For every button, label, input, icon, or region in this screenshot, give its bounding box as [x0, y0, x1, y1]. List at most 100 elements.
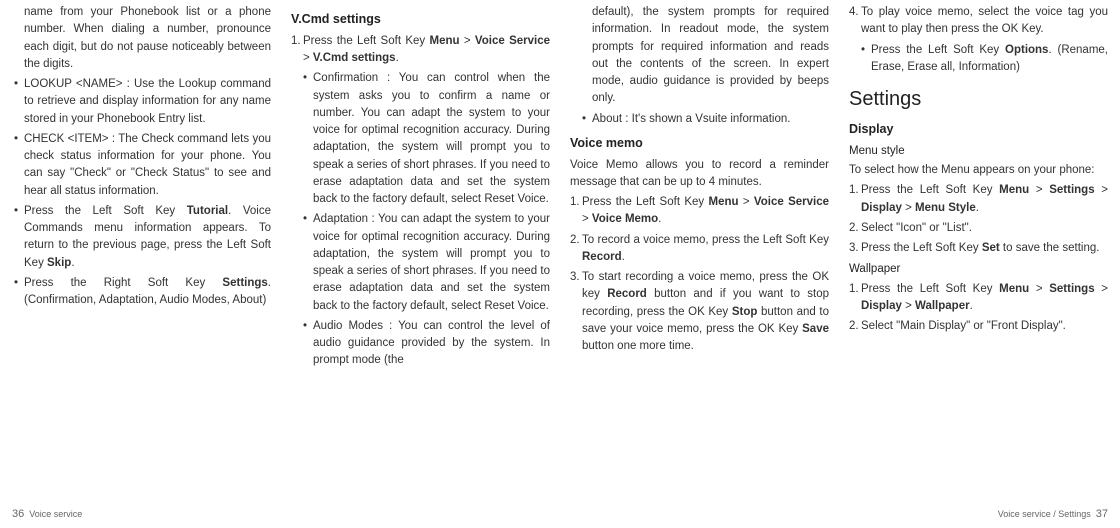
list-item: Audio Modes : You can control the level …: [291, 318, 550, 370]
text: .: [622, 251, 625, 263]
text: .: [396, 52, 399, 64]
step-number: 2.: [570, 232, 580, 249]
step-item: 2. Select "Main Display" or "Front Displ…: [849, 318, 1108, 335]
text: >: [460, 35, 475, 47]
text: .: [970, 300, 973, 312]
page-number-right: 37: [1096, 508, 1108, 520]
text: To record a voice memo, press the Left S…: [582, 234, 829, 246]
text: >: [1095, 283, 1108, 295]
list-item: CHECK <ITEM> : The Check command lets yo…: [12, 131, 271, 200]
key-label: Menu: [709, 196, 739, 208]
step-number: 3.: [570, 269, 580, 286]
key-label: Settings: [222, 277, 267, 289]
footer-left: 36 Voice service: [12, 506, 82, 523]
step-number: 1.: [570, 194, 580, 211]
column-3: default), the system prompts for require…: [570, 0, 829, 528]
key-label: Wallpaper: [915, 300, 970, 312]
text: >: [739, 196, 754, 208]
list-item: About : It's shown a Vsuite information.: [570, 111, 829, 128]
key-label: Record: [582, 251, 622, 263]
list-item: Press the Right Soft Key Settings. (Conf…: [12, 275, 271, 310]
key-label: Tutorial: [187, 205, 228, 217]
key-label: V.Cmd settings: [313, 52, 396, 64]
section-heading: Display: [849, 120, 1108, 139]
list-item: Press the Left Soft Key Tutorial. Voice …: [12, 203, 271, 272]
text: Press the Left Soft Key: [303, 35, 430, 47]
step-item: 1. Press the Left Soft Key Menu > Voice …: [291, 33, 550, 68]
page-number-left: 36: [12, 508, 24, 520]
text: Press the Left Soft Key: [861, 184, 999, 196]
text: Press the Left Soft Key: [24, 205, 187, 217]
key-label: Menu: [430, 35, 460, 47]
chapter-heading: Settings: [849, 84, 1108, 114]
text: .: [71, 257, 74, 269]
step-item: 1. Press the Left Soft Key Menu > Voice …: [570, 194, 829, 229]
key-label: Display: [861, 300, 902, 312]
key-label: Stop: [732, 306, 758, 318]
key-label: Voice Memo: [592, 213, 658, 225]
body-text: name from your Phonebook list or a phone…: [12, 4, 271, 73]
step-number: 2.: [849, 220, 859, 237]
step-item: 1. Press the Left Soft Key Menu > Settin…: [849, 281, 1108, 316]
key-label: Options: [1005, 44, 1048, 56]
key-label: Record: [607, 288, 647, 300]
step-number: 3.: [849, 240, 859, 257]
column-2: V.Cmd settings 1. Press the Left Soft Ke…: [291, 0, 550, 528]
text: >: [902, 300, 915, 312]
text: >: [902, 202, 915, 214]
text: >: [1029, 283, 1049, 295]
key-label: Settings: [1049, 184, 1094, 196]
step-number: 2.: [849, 318, 859, 335]
text: Press the Left Soft Key: [582, 196, 709, 208]
text: Press the Left Soft Key: [871, 44, 1005, 56]
step-item: 2. Select "Icon" or "List".: [849, 220, 1108, 237]
key-label: Save: [802, 323, 829, 335]
step-number: 1.: [291, 33, 301, 50]
text: Press the Left Soft Key: [861, 283, 999, 295]
step-item: 4. To play voice memo, select the voice …: [849, 4, 1108, 39]
text: .: [658, 213, 661, 225]
subsection-heading: Wallpaper: [849, 261, 1108, 278]
step-item: 3. Press the Left Soft Key Set to save t…: [849, 240, 1108, 257]
step-number: 1.: [849, 182, 859, 199]
footer-label-right: Voice service / Settings: [998, 509, 1091, 519]
list-item: Confirmation : You can control when the …: [291, 70, 550, 208]
key-label: Menu: [999, 283, 1029, 295]
manual-spread: name from your Phonebook list or a phone…: [0, 0, 1120, 528]
text: >: [303, 52, 313, 64]
key-label: Skip: [47, 257, 71, 269]
text: to save the setting.: [1000, 242, 1100, 254]
text: Press the Left Soft Key: [861, 242, 982, 254]
step-item: 2. To record a voice memo, press the Lef…: [570, 232, 829, 267]
key-label: Settings: [1049, 283, 1094, 295]
step-item: 1. Press the Left Soft Key Menu > Settin…: [849, 182, 1108, 217]
text: button one more time.: [582, 340, 694, 352]
key-label: Menu: [999, 184, 1029, 196]
column-4: 4. To play voice memo, select the voice …: [849, 0, 1108, 528]
text: To play voice memo, select the voice tag…: [861, 6, 1108, 35]
step-number: 4.: [849, 4, 859, 21]
body-text: To select how the Menu appears on your p…: [849, 162, 1108, 179]
list-item: LOOKUP <NAME> : Use the Lookup command t…: [12, 76, 271, 128]
subsection-heading: Menu style: [849, 143, 1108, 160]
column-1: name from your Phonebook list or a phone…: [12, 0, 271, 528]
body-text: default), the system prompts for require…: [570, 4, 829, 108]
text: >: [582, 213, 592, 225]
text: Press the Right Soft Key: [24, 277, 222, 289]
step-number: 1.: [849, 281, 859, 298]
list-item: Press the Left Soft Key Options. (Rename…: [849, 42, 1108, 77]
step-item: 3. To start recording a voice memo, pres…: [570, 269, 829, 355]
body-text: Voice Memo allows you to record a remind…: [570, 157, 829, 192]
footer-label-left: Voice service: [29, 509, 82, 519]
text: .: [976, 202, 979, 214]
key-label: Set: [982, 242, 1000, 254]
text: Select "Icon" or "List".: [861, 222, 972, 234]
key-label: Voice Service: [754, 196, 829, 208]
text: >: [1029, 184, 1049, 196]
key-label: Menu Style: [915, 202, 976, 214]
section-heading: V.Cmd settings: [291, 10, 550, 29]
key-label: Display: [861, 202, 902, 214]
section-heading: Voice memo: [570, 134, 829, 153]
text: >: [1095, 184, 1108, 196]
footer-right: Voice service / Settings 37: [998, 506, 1108, 523]
